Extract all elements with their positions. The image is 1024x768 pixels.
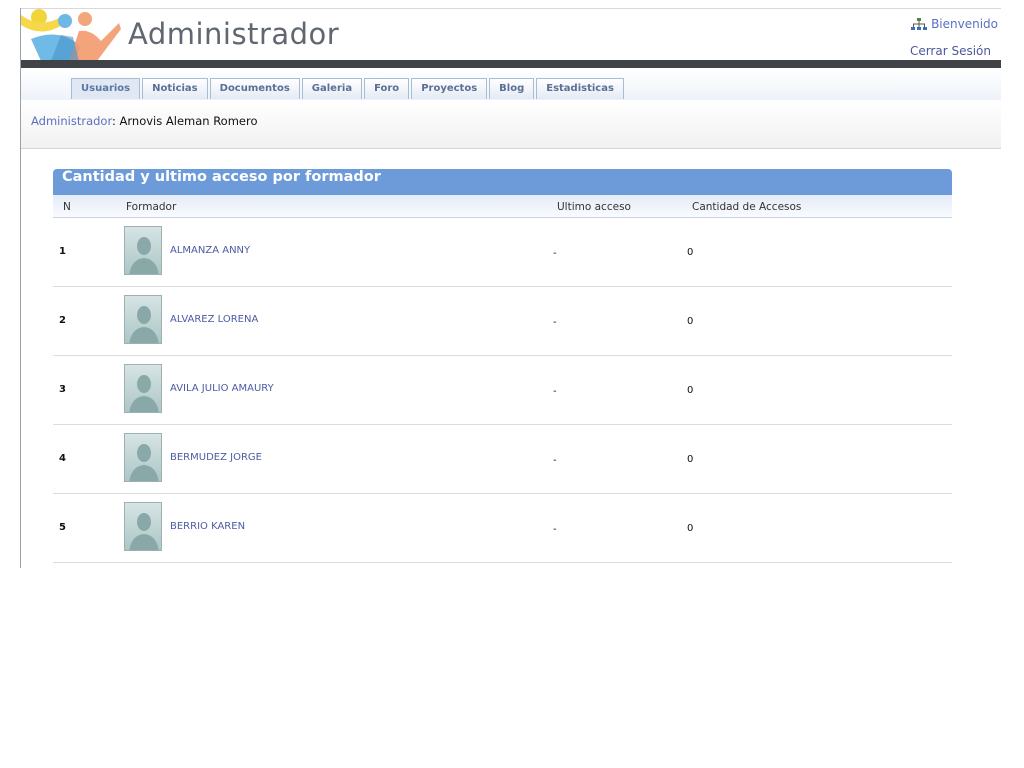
last-access-value: - <box>553 248 557 259</box>
table-row-partial <box>53 563 952 568</box>
formador-name-link[interactable]: ALVAREZ LORENA <box>170 314 258 325</box>
app-title: Administrador <box>128 17 340 51</box>
table-row: 4 BERMUDEZ JORGE - 0 <box>53 425 952 494</box>
row-number: 4 <box>59 453 66 464</box>
tabs: Usuarios Noticias Documentos Galeria For… <box>71 78 624 99</box>
access-count-value: 0 <box>687 523 694 534</box>
last-access-value: - <box>553 386 557 397</box>
access-panel: Cantidad y ultimo acceso por formador N … <box>53 169 952 568</box>
last-access-value: - <box>553 524 557 535</box>
logout-link[interactable]: Cerrar Sesión <box>910 44 991 58</box>
access-count-value: 0 <box>687 385 694 396</box>
table-row: 5 BERRIO KAREN - 0 <box>53 494 952 563</box>
table-header: N Formador Ultimo acceso Cantidad de Acc… <box>53 195 952 218</box>
app-frame: Administrador Bienvenido Cerrar Sesión U… <box>20 8 1001 568</box>
table-row: 1 ALMANZA ANNY - 0 <box>53 218 952 287</box>
avatar <box>124 226 162 275</box>
row-number: 5 <box>59 522 66 533</box>
tab-proyectos[interactable]: Proyectos <box>411 78 488 99</box>
welcome-link[interactable]: Bienvenido <box>911 17 998 31</box>
header-divider-bar <box>21 60 1001 68</box>
table-row: 2 ALVAREZ LORENA - 0 <box>53 287 952 356</box>
tab-noticias[interactable]: Noticias <box>142 78 208 99</box>
access-count-value: 0 <box>687 247 694 258</box>
breadcrumb: Administrador: Arnovis Aleman Romero <box>21 100 1001 149</box>
col-formador-header: Formador <box>126 201 177 213</box>
user-silhouette-icon <box>129 306 159 343</box>
tab-documentos[interactable]: Documentos <box>209 78 300 99</box>
table-row: 3 AVILA JULIO AMAURY - 0 <box>53 356 952 425</box>
breadcrumb-user: Arnovis Aleman Romero <box>115 114 258 128</box>
logo <box>21 9 121 61</box>
user-silhouette-icon <box>129 237 159 274</box>
sitemap-icon <box>911 17 928 30</box>
formador-name-link[interactable]: ALMANZA ANNY <box>170 245 250 256</box>
breadcrumb-text: Administrador: Arnovis Aleman Romero <box>31 114 258 128</box>
user-silhouette-icon <box>129 513 159 550</box>
access-count-value: 0 <box>687 316 694 327</box>
row-number: 3 <box>59 384 66 395</box>
avatar <box>124 295 162 344</box>
welcome-label: Bienvenido <box>931 17 998 31</box>
row-number: 2 <box>59 315 66 326</box>
page-header: Administrador Bienvenido Cerrar Sesión <box>21 8 1001 61</box>
formador-name-link[interactable]: BERRIO KAREN <box>170 521 245 532</box>
tab-usuarios[interactable]: Usuarios <box>71 78 141 99</box>
tab-bar: Usuarios Noticias Documentos Galeria For… <box>21 68 1001 101</box>
access-count-value: 0 <box>687 454 694 465</box>
avatar <box>124 502 162 551</box>
formador-name-link[interactable]: AVILA JULIO AMAURY <box>170 383 274 394</box>
user-silhouette-icon <box>129 375 159 412</box>
tab-foro[interactable]: Foro <box>364 78 410 99</box>
breadcrumb-admin-link[interactable]: Administrador <box>31 114 112 128</box>
tab-galeria[interactable]: Galeria <box>301 78 363 99</box>
last-access-value: - <box>553 317 557 328</box>
tab-estadisticas[interactable]: Estadisticas <box>536 78 624 99</box>
tab-blog[interactable]: Blog <box>489 78 535 99</box>
last-access-value: - <box>553 455 557 466</box>
row-number: 1 <box>59 246 66 257</box>
col-ultimo-acceso-header: Ultimo acceso <box>557 201 631 213</box>
col-cantidad-header: Cantidad de Accesos <box>692 201 802 213</box>
col-n-header: N <box>63 201 71 213</box>
avatar <box>124 364 162 413</box>
panel-title: Cantidad y ultimo acceso por formador <box>53 169 952 195</box>
avatar <box>124 433 162 482</box>
formador-name-link[interactable]: BERMUDEZ JORGE <box>170 452 262 463</box>
user-silhouette-icon <box>129 444 159 481</box>
